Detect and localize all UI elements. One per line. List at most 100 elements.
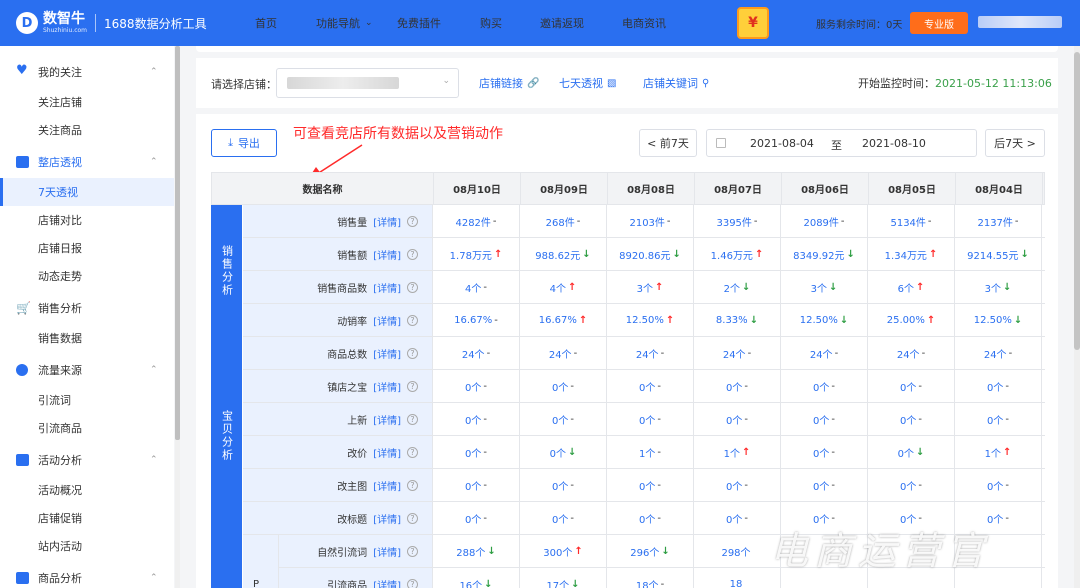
help-icon[interactable]: ? bbox=[407, 512, 418, 524]
detail-link[interactable]: [详情] bbox=[373, 379, 401, 394]
help-icon[interactable]: ? bbox=[407, 545, 418, 557]
sidebar-item-site-activity[interactable]: 站内活动 bbox=[0, 532, 174, 560]
help-icon[interactable]: ? bbox=[407, 281, 418, 293]
header-date: 08月06日 bbox=[782, 173, 869, 204]
nav-news[interactable]: 电商资讯 bbox=[622, 0, 666, 46]
chevron-up-icon: ⌃ bbox=[150, 67, 158, 77]
detail-link[interactable]: [详情] bbox=[373, 478, 401, 493]
plan-badge-button[interactable]: 专业版 bbox=[910, 12, 968, 34]
shop-link[interactable]: 店铺链接 🔗 bbox=[479, 75, 539, 91]
detail-link[interactable]: [详情] bbox=[373, 313, 401, 328]
detail-link[interactable]: [详情] bbox=[373, 280, 401, 295]
main-scrollbar-thumb[interactable] bbox=[1074, 52, 1080, 350]
sidebar-group-goods[interactable]: 商品分析 ⌃ bbox=[0, 564, 174, 588]
sidebar-item-activity-overview[interactable]: 活动概况 bbox=[0, 476, 174, 504]
sidebar-item-sales-data[interactable]: 销售数据 bbox=[0, 324, 174, 352]
export-button[interactable]: ⤓ 导出 bbox=[211, 129, 277, 157]
shop-keyword-link[interactable]: 店铺关键词 ⚲ bbox=[643, 75, 709, 91]
data-cell: 12.50% ↓ bbox=[955, 304, 1042, 336]
nav-buy[interactable]: 购买 bbox=[480, 0, 502, 46]
shop-select[interactable]: ⌄ bbox=[276, 68, 459, 98]
sidebar-item-shop-compare[interactable]: 店铺对比 bbox=[0, 206, 174, 234]
trend-indicator: - bbox=[494, 314, 498, 326]
chevron-up-icon: ⌃ bbox=[150, 365, 158, 375]
data-cell: 0个 - bbox=[433, 370, 520, 402]
date-range-picker[interactable]: 2021-08-04 至 2021-08-10 bbox=[706, 129, 977, 157]
nav-features[interactable]: 功能导航 ⌄ bbox=[316, 0, 373, 46]
help-icon[interactable]: ? bbox=[407, 347, 418, 359]
sidebar-item-shop-daily[interactable]: 店铺日报 bbox=[0, 234, 174, 262]
logo-mark-icon: D bbox=[16, 12, 38, 34]
date-from[interactable]: 2021-08-04 bbox=[750, 137, 814, 150]
logo[interactable]: D 数智牛 Shuzhiniu.com 1688数据分析工具 bbox=[16, 12, 207, 34]
shop-select-value bbox=[287, 77, 399, 89]
detail-link[interactable]: [详情] bbox=[373, 214, 401, 229]
data-cell: 3395件 - bbox=[694, 205, 781, 237]
sidebar-group-my-follow[interactable]: ♥ 我的关注 ⌃ bbox=[0, 58, 174, 86]
detail-link[interactable]: [详情] bbox=[373, 412, 401, 427]
trend-indicator: - bbox=[1005, 512, 1009, 524]
help-icon[interactable]: ? bbox=[407, 314, 418, 326]
trend-indicator: ↑ bbox=[665, 314, 675, 326]
cell-value: 24个 bbox=[809, 349, 833, 361]
data-cell: 0个 - bbox=[781, 469, 868, 501]
search-icon: ⚲ bbox=[702, 77, 710, 89]
trend-indicator: - bbox=[657, 380, 661, 392]
gift-icon[interactable]: ¥ bbox=[737, 7, 769, 39]
seven-day-view-link[interactable]: 七天透视 ▧ bbox=[559, 75, 616, 91]
sidebar-item-follow-shop[interactable]: 关注店铺 bbox=[0, 88, 174, 116]
cell-value: 24个 bbox=[722, 349, 746, 361]
sidebar-item-follow-goods[interactable]: 关注商品 bbox=[0, 116, 174, 144]
detail-link[interactable]: [详情] bbox=[373, 247, 401, 262]
sidebar-item-traffic-words[interactable]: 引流词 bbox=[0, 386, 174, 414]
cell-value: 2089件 bbox=[803, 217, 839, 229]
sidebar-item-shop-promo[interactable]: 店铺促销 bbox=[0, 504, 174, 532]
trend-indicator: - bbox=[483, 479, 487, 491]
user-account[interactable] bbox=[978, 16, 1062, 28]
prev-7-days-button[interactable]: < 前7天 bbox=[639, 129, 697, 157]
detail-link[interactable]: [详情] bbox=[373, 577, 401, 588]
sidebar-group-shop-view[interactable]: 整店透视 ⌃ bbox=[0, 148, 174, 176]
nav-plugins[interactable]: 免费插件 bbox=[397, 0, 441, 46]
detail-link[interactable]: [详情] bbox=[373, 445, 401, 460]
cell-value: 0个 bbox=[900, 481, 917, 493]
detail-link[interactable]: [详情] bbox=[373, 544, 401, 559]
help-icon[interactable]: ? bbox=[407, 380, 418, 392]
data-cell: 1个 - bbox=[607, 436, 694, 468]
data-cell: 0个 - bbox=[520, 370, 607, 402]
sidebar-item-label: 引流词 bbox=[38, 394, 71, 407]
nav-invite[interactable]: 邀请返现 bbox=[540, 0, 584, 46]
detail-link[interactable]: [详情] bbox=[373, 346, 401, 361]
data-cell: 0个 - bbox=[520, 502, 607, 534]
sidebar-item-traffic-goods[interactable]: 引流商品 bbox=[0, 414, 174, 442]
cell-value: 0个 bbox=[813, 382, 830, 394]
cell-value: 18个 bbox=[635, 580, 659, 588]
sidebar-item-label: 关注店铺 bbox=[38, 96, 82, 109]
detail-link[interactable]: [详情] bbox=[373, 511, 401, 526]
sidebar-group-activity[interactable]: 活动分析 ⌃ bbox=[0, 446, 174, 474]
sidebar-group-sales[interactable]: 🛒 销售分析 bbox=[0, 294, 174, 322]
data-cell: 8.33% ↓ bbox=[694, 304, 781, 336]
help-icon[interactable]: ? bbox=[407, 215, 418, 227]
help-icon[interactable]: ? bbox=[407, 446, 418, 458]
table-row: 改主图 [详情]? 0个 -0个 -0个 -0个 -0个 -0个 -0个 - bbox=[243, 469, 1045, 502]
data-cell: 1.78万元 ↑ bbox=[433, 238, 520, 270]
monitor-start-value: 2021-05-12 11:13:06 bbox=[935, 77, 1052, 90]
trend-indicator: ↑ bbox=[741, 446, 751, 458]
cell-value: 268件 bbox=[545, 217, 575, 229]
help-icon[interactable]: ? bbox=[407, 413, 418, 425]
nav-home[interactable]: 首页 bbox=[255, 0, 277, 46]
trend-indicator: ↓ bbox=[571, 578, 580, 588]
help-icon[interactable]: ? bbox=[407, 248, 418, 260]
next-7-days-button[interactable]: 后7天 > bbox=[985, 129, 1045, 157]
help-icon[interactable]: ? bbox=[407, 578, 418, 588]
sidebar-scrollbar-thumb[interactable] bbox=[175, 46, 180, 440]
sidebar-group-traffic[interactable]: 流量来源 ⌃ bbox=[0, 356, 174, 384]
trend-indicator: - bbox=[657, 479, 661, 491]
data-cell: 0个 - bbox=[607, 502, 694, 534]
row-name-cell: 改主图 [详情]? bbox=[243, 469, 433, 501]
sidebar-item-7day[interactable]: 7天透视 bbox=[0, 178, 174, 206]
help-icon[interactable]: ? bbox=[407, 479, 418, 491]
date-to[interactable]: 2021-08-10 bbox=[862, 137, 926, 150]
sidebar-item-trend[interactable]: 动态走势 bbox=[0, 262, 174, 290]
